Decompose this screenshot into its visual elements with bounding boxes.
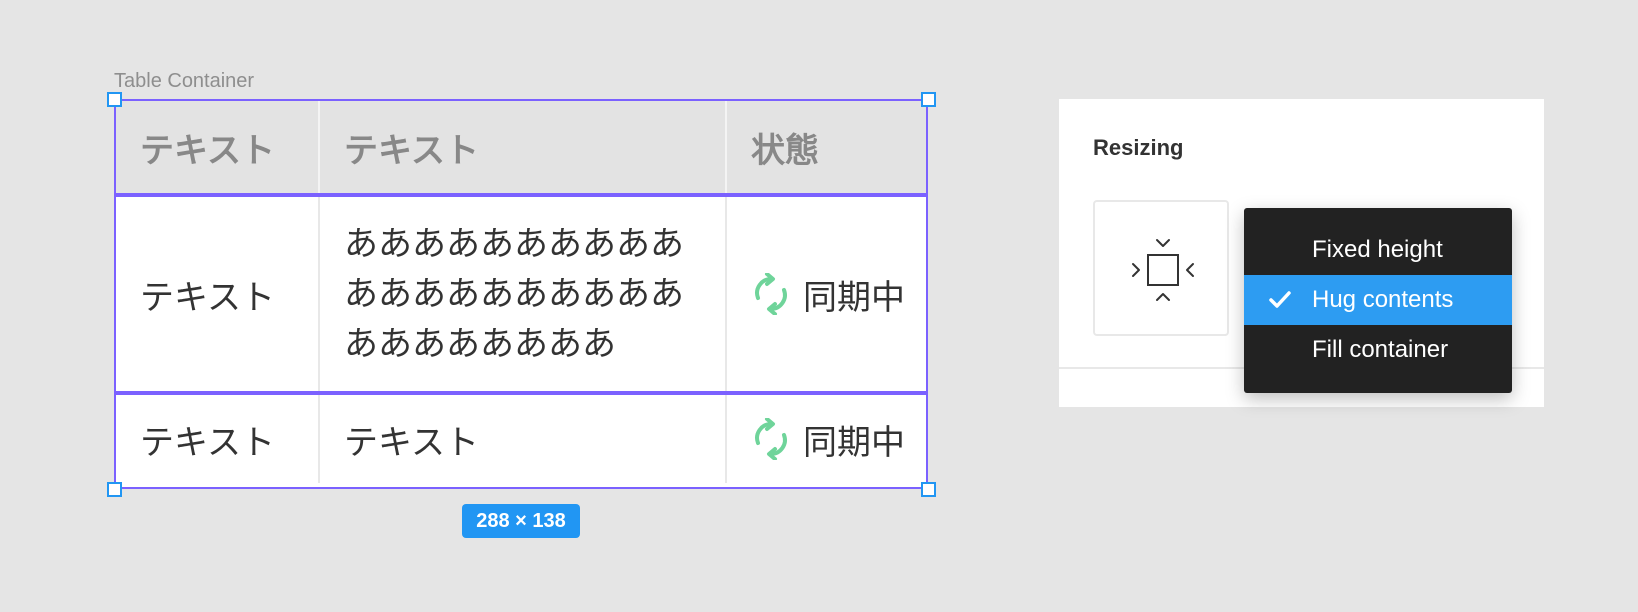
table-cell: テキスト <box>320 395 727 483</box>
table-row[interactable]: テキスト テキスト 同期中 <box>116 395 926 483</box>
header-cell: テキスト <box>320 101 727 193</box>
status-label: 同期中 <box>803 422 905 463</box>
header-cell: テキスト <box>116 101 320 193</box>
check-icon <box>1269 291 1291 308</box>
sync-icon <box>755 273 787 315</box>
table-cell: ああああああああああ ああああああああああ ああああああああ <box>320 197 727 391</box>
status-cell: 同期中 <box>727 395 926 483</box>
status-label: 同期中 <box>803 277 905 318</box>
size-badge: 288 × 138 <box>462 504 580 538</box>
table-header-row[interactable]: テキスト テキスト 状態 <box>116 101 926 197</box>
menu-item-hug-contents[interactable]: Hug contents <box>1244 275 1512 325</box>
resize-handle-top-right[interactable] <box>921 92 936 107</box>
table-row[interactable]: テキスト ああああああああああ ああああああああああ ああああああああ 同期中 <box>116 197 926 395</box>
table-cell: テキスト <box>116 395 320 483</box>
menu-item-label: Fixed height <box>1312 236 1443 263</box>
resizing-dropdown-menu[interactable]: Fixed height Hug contents Fill container <box>1244 208 1512 393</box>
menu-item-label: Hug contents <box>1312 286 1454 313</box>
hug-contents-icon <box>1132 239 1194 301</box>
table-container[interactable]: テキスト テキスト 状態 テキスト ああああああああああ ああああああああああ … <box>114 99 928 489</box>
menu-item-label: Fill container <box>1312 336 1449 363</box>
panel-title: Resizing <box>1093 135 1184 160</box>
menu-item-fixed-height[interactable]: Fixed height <box>1244 225 1512 275</box>
table-cell: テキスト <box>116 197 320 391</box>
status-cell: 同期中 <box>727 197 926 391</box>
menu-item-fill-container[interactable]: Fill container <box>1244 325 1512 375</box>
resizing-control[interactable] <box>1093 200 1229 336</box>
frame-label: Table Container <box>114 70 255 92</box>
resize-handle-top-left[interactable] <box>107 92 122 107</box>
resize-handle-bottom-left[interactable] <box>107 482 122 497</box>
sync-icon <box>755 418 787 460</box>
resize-handle-bottom-right[interactable] <box>921 482 936 497</box>
header-cell: 状態 <box>751 130 819 171</box>
